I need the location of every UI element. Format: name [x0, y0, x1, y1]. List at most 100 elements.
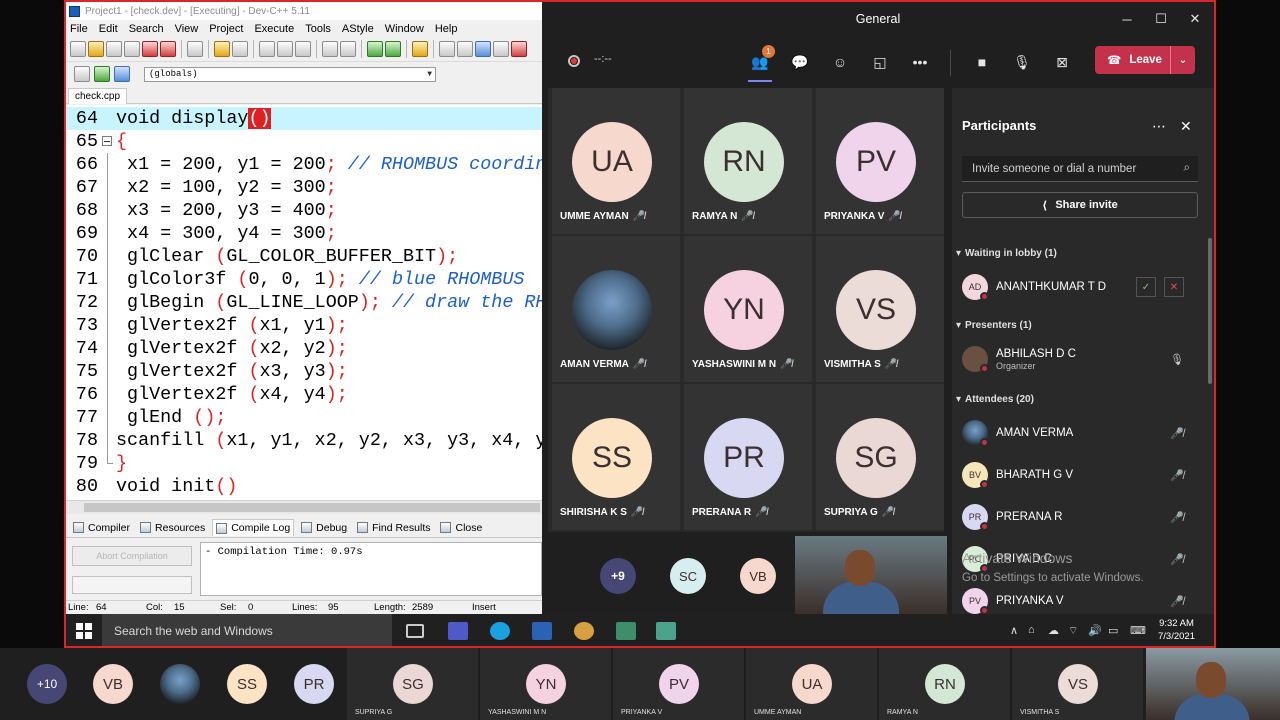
indent-icon[interactable] [322, 41, 338, 57]
windows-start-icon[interactable] [76, 623, 92, 639]
maximize-icon[interactable]: ☐ [1150, 8, 1172, 30]
wifi-icon[interactable]: ⌔ [1068, 624, 1078, 638]
battery-icon[interactable]: ▭ [1108, 624, 1118, 637]
taskbar-search[interactable]: Search the web and Windows [102, 614, 392, 646]
video-tile[interactable]: YN YASHASWINI M N 🎤̸ [684, 236, 812, 382]
menu-item[interactable]: Search [129, 23, 164, 35]
print-icon[interactable] [187, 41, 203, 57]
teams-taskbar-icon[interactable] [448, 622, 468, 640]
presenter-row[interactable]: ABHILASH D C Organizer 🎙 [962, 344, 1198, 374]
code-editor[interactable]: 64 void display() 65 {66 x1 = 200, y1 = 200… [66, 105, 542, 500]
overflow-avatar[interactable]: VB [740, 558, 776, 594]
leave-button[interactable]: ☎ Leave ⌄ [1095, 46, 1195, 74]
paint-icon[interactable] [574, 622, 594, 640]
menu-item[interactable]: Edit [99, 23, 118, 35]
attendee-row[interactable]: PR PRERANA R 🎤̸ [962, 502, 1198, 532]
menu-item[interactable]: File [70, 23, 88, 35]
close-file-icon[interactable] [142, 41, 158, 57]
window-icon[interactable] [457, 41, 473, 57]
menu-item[interactable]: Project [209, 23, 243, 35]
save-icon[interactable] [106, 41, 122, 57]
bottom-tab-find-results[interactable]: Find Results [354, 520, 433, 536]
minimize-icon[interactable]: ─ [1116, 8, 1138, 30]
participants-icon[interactable]: 👥 1 [748, 45, 775, 82]
fold-collapse-icon[interactable] [102, 136, 112, 146]
cloud-icon[interactable]: ☁ [1048, 624, 1059, 637]
chat-icon[interactable]: 💬 [788, 50, 812, 74]
insert-icon[interactable] [74, 66, 90, 82]
find-next-icon[interactable] [295, 41, 311, 57]
unindent-icon[interactable] [340, 41, 356, 57]
people-icon[interactable]: ⌂ [1028, 624, 1035, 636]
bottom-tab-resources[interactable]: Resources [137, 520, 208, 536]
invite-input[interactable]: Invite someone or dial a number ⌕ [962, 156, 1198, 182]
attendee-row[interactable]: BV BHARATH G V 🎤̸ [962, 460, 1198, 490]
attendee-row[interactable]: PV PRIYANKA V 🎤̸ [962, 586, 1198, 614]
video-tile[interactable]: SG SUPRIYA G 🎤̸ [816, 384, 944, 530]
video-tile[interactable]: SS SHIRISHA K S 🎤̸ [552, 384, 680, 530]
project-icon[interactable] [475, 41, 491, 57]
bottom-tab-close[interactable]: Close [437, 520, 485, 536]
strip-tile[interactable]: PV PRIYANKA V [613, 648, 744, 720]
undo-icon[interactable] [214, 41, 230, 57]
abort-compilation-button[interactable]: Abort Compilation [72, 546, 192, 566]
overflow-count[interactable]: +10 [27, 664, 67, 704]
camera-icon[interactable]: ■ [970, 50, 994, 74]
find-icon[interactable] [259, 41, 275, 57]
strip-avatar[interactable]: SS [227, 664, 267, 704]
format-icon[interactable] [412, 41, 428, 57]
more-actions-icon[interactable]: ••• [908, 50, 932, 74]
close-icon[interactable]: ✕ [1184, 8, 1206, 30]
bottom-tab-compile-log[interactable]: Compile Log [212, 519, 295, 536]
strip-avatar[interactable]: PR [294, 664, 334, 704]
chevron-down-icon[interactable]: ⌄ [1171, 55, 1195, 66]
panel-scrollbar[interactable] [1208, 238, 1212, 384]
stop-share-icon[interactable]: ⊠ [1050, 50, 1074, 74]
close-all-icon[interactable] [160, 41, 176, 57]
panel-close-icon[interactable]: ✕ [1180, 118, 1192, 135]
menu-item[interactable]: Execute [254, 23, 294, 35]
strip-tile[interactable]: VS VISMITHA S [1012, 648, 1143, 720]
lobby-section-header[interactable]: ▾ Waiting in lobby (1) [956, 248, 1057, 259]
leave-button-main[interactable]: ☎ Leave [1095, 46, 1171, 74]
app-icon[interactable] [656, 622, 676, 640]
menu-item[interactable]: Window [385, 23, 424, 35]
taskbar-clock[interactable]: 9:32 AM 7/3/2021 [1158, 617, 1195, 643]
options-icon[interactable] [511, 41, 527, 57]
goto-bookmark-icon[interactable] [114, 66, 130, 82]
new-file-icon[interactable] [70, 41, 86, 57]
attendees-section-header[interactable]: ▾ Attendees (20) [956, 394, 1034, 405]
open-file-icon[interactable] [88, 41, 104, 57]
reactions-icon[interactable]: ☺ [828, 50, 852, 74]
strip-tile[interactable]: SG SUPRIYA G [347, 648, 478, 720]
bookmark-icon[interactable] [385, 41, 401, 57]
menu-item[interactable]: Tools [305, 23, 331, 35]
devcpp-taskbar-icon[interactable] [532, 622, 552, 640]
tab-check-cpp[interactable]: check.cpp [68, 88, 128, 104]
video-tile[interactable]: VS VISMITHA S 🎤̸ [816, 236, 944, 382]
strip-tile[interactable]: YN YASHASWINI M N [480, 648, 611, 720]
overflow-avatar[interactable]: SC [670, 558, 706, 594]
bottom-tab-compiler[interactable]: Compiler [70, 520, 133, 536]
overflow-count[interactable]: +9 [600, 558, 636, 594]
scope-dropdown[interactable]: (globals) ▼ [144, 66, 436, 82]
task-view-icon[interactable] [406, 624, 424, 638]
app-icon[interactable] [616, 622, 636, 640]
edge-icon[interactable] [490, 622, 510, 640]
video-tile[interactable]: RN RAMYA N 🎤̸ [684, 88, 812, 234]
video-tile[interactable]: UA UMME AYMAN 🎤̸ [552, 88, 680, 234]
strip-tile[interactable]: RN RAMYA N [879, 648, 1010, 720]
share-invite-button[interactable]: ⟨ Share invite [962, 192, 1198, 218]
microphone-icon[interactable]: 🎙 [1010, 50, 1034, 74]
self-video[interactable] [795, 536, 947, 614]
menu-item[interactable]: Help [435, 23, 458, 35]
deny-icon[interactable]: ✕ [1164, 277, 1184, 297]
menu-item[interactable]: AStyle [342, 23, 374, 35]
class-icon[interactable] [493, 41, 509, 57]
replace-icon[interactable] [277, 41, 293, 57]
strip-avatar[interactable] [160, 664, 200, 704]
strip-avatar[interactable]: VB [93, 664, 133, 704]
goto-icon[interactable] [367, 41, 383, 57]
lobby-participant-row[interactable]: AD ANANTHKUMAR T D ✓ ✕ [962, 272, 1198, 302]
rooms-icon[interactable]: ◱ [868, 50, 892, 74]
